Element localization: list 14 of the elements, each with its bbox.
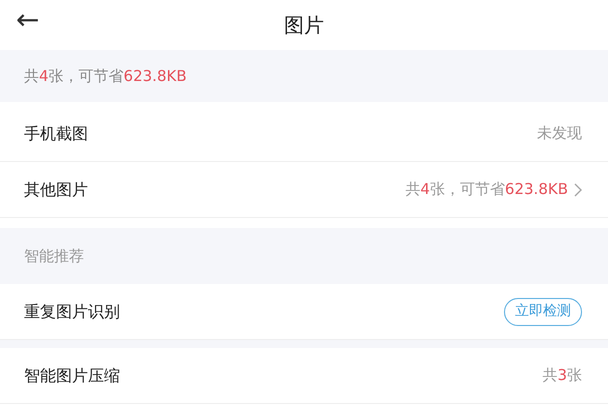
row-value: 共3张 xyxy=(542,365,582,386)
row-label: 重复图片识别 xyxy=(24,300,120,322)
list-row[interactable]: 其他图片 共4张，可节省623.8KB xyxy=(0,162,608,218)
row-label: 智能图片压缩 xyxy=(24,364,120,386)
row-value: 共4张，可节省623.8KB xyxy=(405,179,568,200)
page-title: 图片 xyxy=(284,12,324,39)
row-label: 其他图片 xyxy=(24,178,88,200)
list-row[interactable]: 手机截图 未发现 xyxy=(0,106,608,162)
row-label: 手机截图 xyxy=(24,122,88,144)
list-row[interactable]: 智能图片压缩 共3张 xyxy=(0,348,608,404)
summary-text: 共4张，可节省623.8KB xyxy=(24,66,187,87)
section-header: 智能推荐 xyxy=(24,246,84,267)
row-value: 未发现 xyxy=(537,123,582,144)
back-button[interactable]: ← xyxy=(16,6,40,34)
